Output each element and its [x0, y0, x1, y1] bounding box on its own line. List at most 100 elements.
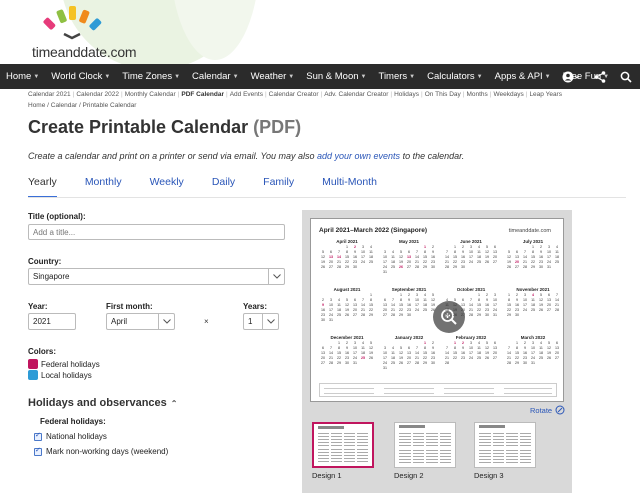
rotate-button[interactable]: Rotate	[530, 405, 565, 415]
tab-multi-month[interactable]: Multi-Month	[322, 176, 377, 198]
search-icon[interactable]	[620, 71, 632, 83]
title-input[interactable]: Add a title...	[28, 224, 285, 240]
calendar-subnav: Calendar 2021 | Calendar 2022 | Monthly Ca…	[26, 91, 626, 98]
chevron-down-icon	[158, 314, 174, 329]
preview-month-name: June 2021	[460, 239, 482, 244]
national-holidays-checkbox[interactable]	[34, 431, 42, 441]
nav-home[interactable]: Home ▼	[0, 71, 45, 82]
preview-day: 28	[469, 313, 473, 317]
preview-day: 25	[391, 361, 395, 365]
add-events-link[interactable]: add your own events	[317, 151, 400, 161]
subnav-item-active[interactable]: PDF Calendar	[179, 91, 226, 98]
color-swatch[interactable]	[28, 359, 38, 369]
years-select[interactable]: 1	[243, 313, 279, 330]
preview-month: September 2021 1 2 3 4 5 6 7 8 9 10 11 12 13 14 15 16 17 1…	[381, 287, 437, 327]
preview-day: 23	[461, 356, 465, 360]
calendar-preview[interactable]: April 2021–March 2022 (Singapore) timean…	[310, 218, 564, 402]
national-holidays-option[interactable]: National holidays	[34, 431, 107, 441]
year-input[interactable]: 2021	[28, 313, 76, 330]
calendar-type-tabs: Yearly Monthly Weekly Daily Family Multi…	[28, 176, 628, 198]
nav-label: World Clock	[51, 71, 103, 82]
country-select[interactable]: Singapore	[28, 268, 285, 285]
federal-holiday-color[interactable]: Federal holidays	[28, 359, 100, 369]
federal-holidays-heading: Federal holidays:	[40, 417, 106, 426]
preview-day: 22	[453, 356, 457, 360]
account-icon[interactable]	[562, 71, 580, 83]
preview-day: 30	[321, 318, 325, 322]
holidays-section-toggle[interactable]: Holidays and observances ⌃	[28, 397, 177, 409]
preview-month: April 2021 1 2 3 4 5 6 7 8 9 10 11 12 13 14 15 16 17 18 19 2…	[319, 239, 375, 279]
design-1-label[interactable]: Design 1	[312, 471, 342, 480]
tab-family[interactable]: Family	[263, 176, 294, 198]
intro-before: Create a calendar and print on a printer…	[28, 151, 317, 161]
share-icon[interactable]	[594, 70, 606, 83]
nav-world-clock[interactable]: World Clock ▼	[45, 71, 116, 82]
nav-label: Apps & API	[494, 71, 543, 82]
tab-weekly[interactable]: Weekly	[150, 176, 184, 198]
color-swatch[interactable]	[28, 370, 38, 380]
subnav-item[interactable]: Monthly Calendar	[123, 91, 178, 98]
subnav-item[interactable]: Add Events	[228, 91, 265, 98]
preview-day: 26	[431, 308, 435, 312]
preview-day: 25	[531, 308, 535, 312]
breadcrumb[interactable]: Home / Calendar / Printable Calendar	[28, 102, 136, 109]
preview-day: 30	[431, 361, 435, 365]
local-holiday-color[interactable]: Local holidays	[28, 370, 92, 380]
preview-day: 27	[461, 313, 465, 317]
rotate-label: Rotate	[530, 405, 553, 415]
subnav-item[interactable]: Calendar 2022	[74, 91, 121, 98]
preview-day: 30	[461, 265, 465, 269]
nav-apps-api[interactable]: Apps & API ▼	[489, 71, 557, 82]
logo-sunrise-icon[interactable]	[36, 4, 116, 40]
preview-day: 29	[369, 313, 373, 317]
nav-timers[interactable]: Timers ▼	[373, 71, 422, 82]
tab-monthly[interactable]: Monthly	[85, 176, 122, 198]
preview-day: 25	[539, 356, 543, 360]
design-3-label[interactable]: Design 3	[474, 471, 504, 480]
tab-yearly[interactable]: Yearly	[28, 176, 57, 198]
site-header: timeanddate.com	[0, 0, 640, 64]
preview-day: 31	[493, 313, 497, 317]
preview-day: 26	[399, 265, 403, 269]
preview-month-name: February 2022	[455, 335, 487, 340]
subnav-item[interactable]: Leap Years	[527, 91, 564, 98]
logo-text[interactable]: timeanddate.com	[32, 44, 137, 60]
nav-time-zones[interactable]: Time Zones ▼	[116, 71, 186, 82]
preview-day: 29	[337, 361, 341, 365]
chevron-down-icon	[262, 314, 278, 329]
preview-day: 30	[353, 265, 357, 269]
subnav-item[interactable]: On This Day	[423, 91, 463, 98]
preview-day: 26	[485, 356, 489, 360]
chevron-down-icon: ▼	[33, 73, 40, 80]
tab-daily[interactable]: Daily	[212, 176, 235, 198]
preview-day: 25	[445, 313, 449, 317]
subnav-item[interactable]: Adv. Calendar Creator	[322, 91, 390, 98]
subnav-item[interactable]: Calendar Creator	[267, 91, 321, 98]
first-month-select[interactable]: April	[106, 313, 175, 330]
design-1-thumbnail[interactable]	[312, 422, 374, 468]
nav-label: Calculators	[427, 71, 475, 82]
non-working-days-option[interactable]: Mark non-working days (weekend)	[34, 446, 168, 456]
preview-day: 30	[345, 361, 349, 365]
preview-day: 29	[531, 265, 535, 269]
preview-logo: timeanddate.com	[508, 228, 551, 234]
design-2-label[interactable]: Design 2	[394, 471, 424, 480]
design-2-thumbnail[interactable]	[394, 422, 456, 468]
color-label: Local holidays	[41, 370, 92, 380]
preview-day: 27	[555, 356, 559, 360]
preview-month: June 2021 1 2 3 4 5 6 7 8 9 10 11 12 13 14 15 16 17 18 19 20…	[443, 239, 499, 279]
preview-day: 27	[321, 361, 325, 365]
non-working-days-checkbox[interactable]	[34, 446, 42, 456]
subnav-item[interactable]: Months	[464, 91, 489, 98]
subnav-item[interactable]: Weekdays	[492, 91, 526, 98]
preview-month-name: December 2021	[330, 335, 364, 340]
preview-day: 26	[369, 356, 373, 360]
subnav-item[interactable]: Holidays	[392, 91, 421, 98]
design-3-thumbnail[interactable]	[474, 422, 536, 468]
subnav-item[interactable]: Calendar 2021	[26, 91, 73, 98]
nav-sun-moon[interactable]: Sun & Moon ▼	[300, 71, 372, 82]
nav-calculators[interactable]: Calculators ▼	[421, 71, 488, 82]
preview-day: 25	[555, 260, 559, 264]
nav-weather[interactable]: Weather ▼	[245, 71, 301, 82]
nav-calendar[interactable]: Calendar ▼	[186, 71, 245, 82]
